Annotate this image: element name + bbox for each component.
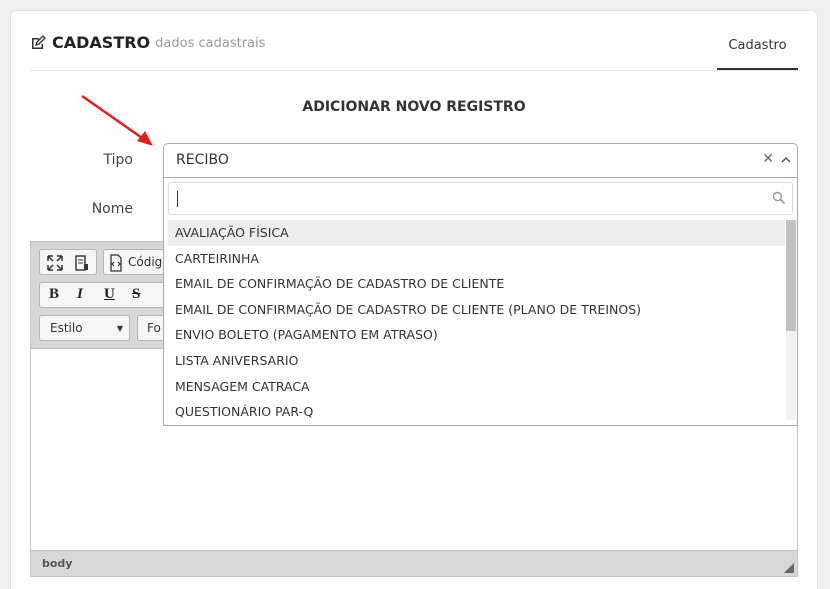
italic-button[interactable]: I [77,286,83,303]
edit-icon [32,34,46,49]
font-dropdown-label: Fo [147,321,161,335]
search-icon [772,191,786,205]
text-caret [177,191,178,207]
source-button[interactable]: Códig [103,249,165,275]
preview-icon[interactable] [72,254,90,272]
underline-button[interactable]: U [104,286,115,303]
tipo-selected-value: RECIBO [176,152,229,168]
element-path[interactable]: body [42,557,72,570]
dropdown-option[interactable]: EMAIL DE CONFIRMAÇÃO DE CADASTRO DE CLIE… [168,297,785,323]
dropdown-option[interactable]: ENVIO BOLETO (PAGAMENTO EM ATRASO) [168,322,785,348]
dropdown-option[interactable]: QUESTIONÁRIO PAR-Q [168,399,785,425]
nome-label: Nome [91,201,133,217]
dropdown-option[interactable]: CARTEIRINHA [168,246,785,272]
clear-icon[interactable]: ✕ [762,151,774,167]
dropdown-scrollbar-thumb[interactable] [786,220,796,331]
dropdown-option[interactable]: EMAIL DE CONFIRMAÇÃO DE CADASTRO DE CLIE… [168,271,785,297]
dropdown-option[interactable]: AVALIAÇÃO FÍSICA [168,220,785,246]
page-header: CADASTRO dados cadastrais [30,33,265,52]
page-subtitle: dados cadastrais [155,36,266,51]
page-title: CADASTRO [52,33,151,52]
chevron-up-icon[interactable] [780,154,792,166]
toolbar-group-view [39,249,97,275]
dropdown-search [168,182,793,215]
dropdown-arrow-icon: ▼ [116,324,123,333]
style-dropdown-label: Estilo [50,321,83,335]
dropdown-options: AVALIAÇÃO FÍSICA CARTEIRINHA EMAIL DE CO… [168,220,785,425]
dropdown-option[interactable]: MENSAGEM CATRACA [168,374,785,400]
style-dropdown[interactable]: Estilo ▼ [39,315,130,341]
tipo-label: Tipo [103,152,133,168]
tipo-select[interactable]: RECIBO ✕ [163,143,798,178]
strikethrough-button[interactable]: S [132,286,140,303]
toolbar-group-format: B I U S [39,282,165,308]
source-icon [110,254,122,272]
dropdown-option[interactable]: LISTA ANIVERSARIO [168,348,785,374]
source-button-label: Códig [128,255,163,269]
maximize-icon[interactable] [46,254,64,272]
bold-button[interactable]: B [49,286,59,303]
header-divider [30,70,798,71]
editor-statusbar: body [31,550,797,576]
tipo-dropdown: AVALIAÇÃO FÍSICA CARTEIRINHA EMAIL DE CO… [163,178,798,426]
main-card: CADASTRO dados cadastrais Cadastro ADICI… [10,10,818,589]
resize-icon[interactable] [784,563,794,573]
tab-cadastro[interactable]: Cadastro [717,35,798,71]
dropdown-search-input[interactable] [169,183,792,214]
